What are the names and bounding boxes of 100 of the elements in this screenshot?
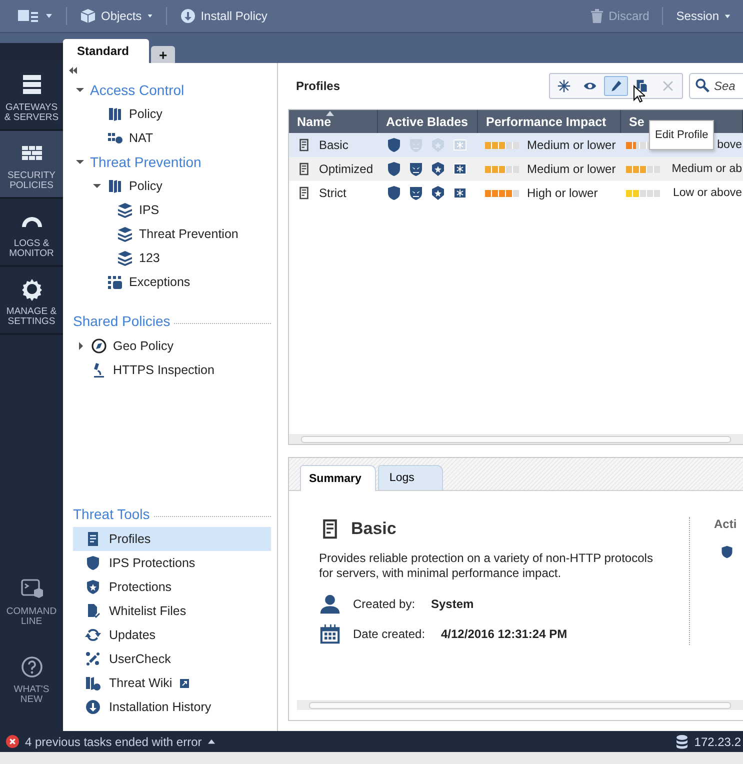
tree-item[interactable]: HTTPS Inspection	[113, 363, 214, 377]
database-icon	[676, 734, 688, 748]
table-row[interactable]: Optimized Medium or lower Medium or ab	[289, 157, 743, 181]
tree-item[interactable]: IPS	[139, 203, 160, 217]
book-icon	[107, 106, 123, 122]
nav-item[interactable]: SECURITY POLICIES	[0, 131, 63, 199]
shield-icon	[720, 545, 734, 559]
caret-icon	[45, 12, 53, 20]
tooltip: Edit Profile	[649, 120, 714, 150]
sort-arrow-icon	[326, 111, 334, 116]
tool-item[interactable]: Updates	[73, 623, 271, 647]
meter	[485, 166, 519, 172]
section-heading: Shared Policies	[73, 313, 170, 329]
file-check-icon	[85, 603, 101, 619]
table-cell: Basic	[319, 138, 348, 152]
tool-item[interactable]: IPS Protections	[73, 551, 271, 575]
download-icon	[85, 699, 101, 715]
microscope-icon	[91, 362, 107, 378]
section-heading: Acti	[714, 517, 737, 531]
table-cell: Medium or lower	[527, 162, 616, 176]
gear-icon	[20, 277, 44, 301]
meter	[626, 166, 660, 172]
objects-button[interactable]: Objects	[76, 4, 157, 28]
profile-description: Provides reliable protection on a variety of non-HTTP protocols for servers, with minimal performance impact.	[319, 551, 654, 581]
tree-item[interactable]: 123	[139, 251, 160, 265]
meter	[485, 142, 519, 148]
layers-icon	[117, 226, 133, 242]
layers-icon	[117, 250, 133, 266]
book-icon	[107, 178, 123, 194]
policy-tab[interactable]: Standard	[63, 39, 150, 63]
trash-icon	[590, 8, 604, 24]
person-icon	[319, 593, 341, 615]
profile-title: Basic	[351, 519, 396, 539]
tool-item[interactable]: UserCheck	[73, 647, 271, 671]
table-cell: Low or above	[672, 187, 743, 199]
meter	[485, 190, 519, 196]
satellite-icon	[85, 651, 101, 667]
window-icon	[18, 9, 40, 23]
table-cell: Optimized	[319, 162, 374, 176]
table-row[interactable]: Strict High or lower Low or above	[289, 181, 743, 205]
table-cell: Medium or lower	[527, 138, 616, 152]
search-field[interactable]: Sea	[689, 73, 743, 99]
meter	[626, 190, 660, 196]
dots-square-icon	[107, 274, 123, 290]
field-value: System	[431, 597, 474, 611]
field-label: Created by:	[353, 597, 416, 611]
tree-item[interactable]: Policy	[129, 179, 162, 193]
scrollbar[interactable]	[309, 702, 731, 708]
expand-arrow-icon[interactable]	[93, 182, 101, 190]
edit-button[interactable]	[604, 76, 628, 96]
calendar-icon	[319, 623, 341, 645]
table-cell: bove	[717, 139, 743, 151]
tree-item[interactable]: Threat Prevention	[139, 227, 238, 241]
caret-icon	[146, 13, 153, 19]
table-cell: Medium or ab	[672, 163, 743, 175]
document-icon	[297, 161, 311, 177]
error-icon	[6, 735, 19, 748]
question-icon	[20, 655, 44, 679]
close-icon	[661, 79, 675, 93]
table-cell: Strict	[319, 186, 346, 200]
collapse-icon[interactable]	[69, 67, 77, 74]
pencil-icon	[609, 79, 623, 93]
tree-node[interactable]: Access Control	[90, 82, 184, 98]
nav-item[interactable]: WHAT'S NEW	[0, 645, 63, 711]
expand-arrow-icon[interactable]	[77, 342, 85, 350]
expand-arrow-icon[interactable]	[76, 86, 84, 94]
details-tab[interactable]: Summary	[300, 465, 376, 491]
install-policy-button[interactable]: Install Policy	[176, 4, 272, 28]
document-icon	[297, 185, 311, 201]
field-label: Date created:	[353, 627, 426, 641]
refresh-icon	[85, 627, 101, 643]
details-tab[interactable]: Logs	[378, 465, 444, 490]
scrollbar[interactable]	[301, 436, 731, 442]
tree-item[interactable]: Geo Policy	[113, 339, 174, 353]
terminal-icon	[20, 577, 44, 601]
session-button[interactable]: Session	[672, 5, 735, 27]
tool-item[interactable]: Profiles	[73, 527, 271, 551]
compass-icon	[91, 338, 107, 354]
document-icon	[85, 531, 101, 547]
expand-arrow-icon[interactable]	[76, 158, 84, 166]
caret-up-icon	[208, 739, 215, 744]
tool-item[interactable]: Threat Wiki	[73, 671, 271, 695]
tool-item[interactable]: Installation History	[73, 695, 271, 719]
shield-star-icon	[85, 579, 101, 595]
tree-node[interactable]: Threat Prevention	[90, 154, 202, 170]
field-value: 4/12/2016 12:31:24 PM	[441, 627, 568, 641]
book-dot-icon	[85, 675, 101, 691]
table-cell: High or lower	[527, 186, 598, 200]
tree-item[interactable]: Policy	[129, 107, 162, 121]
grid-globe-icon	[107, 130, 123, 146]
tool-item[interactable]: Whitelist Files	[73, 599, 271, 623]
tool-item[interactable]: Protections	[73, 575, 271, 599]
tree-item[interactable]: Exceptions	[129, 275, 190, 289]
panel-title: Profiles	[295, 79, 340, 93]
shield-icon	[85, 555, 101, 571]
tree-item[interactable]: NAT	[129, 131, 154, 145]
search-icon	[695, 78, 710, 93]
nav-item[interactable]: COMMAND LINE	[0, 567, 63, 633]
policy-tab[interactable]: +	[151, 46, 176, 63]
status-message[interactable]: 4 previous tasks ended with error	[25, 734, 202, 748]
